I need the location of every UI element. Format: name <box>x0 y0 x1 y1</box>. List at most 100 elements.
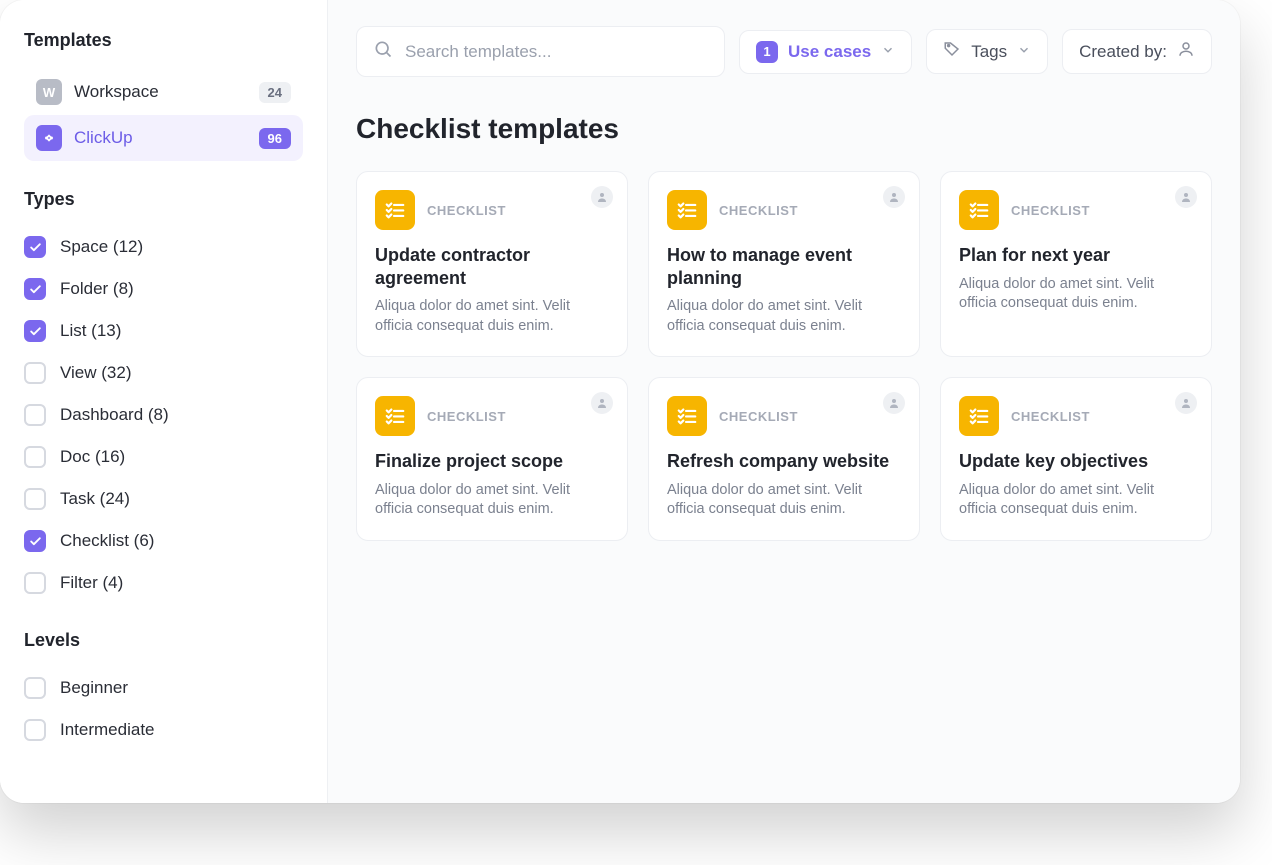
type-filter-label: View (32) <box>60 363 132 383</box>
levels-heading: Levels <box>24 630 303 651</box>
types-section: Types Space (12) Folder (8) List (13) View … <box>24 189 303 602</box>
checklist-icon <box>375 396 415 436</box>
card-title: Refresh company website <box>667 450 901 473</box>
created-by-filter[interactable]: Created by: <box>1062 29 1212 74</box>
checkbox[interactable] <box>24 278 46 300</box>
tag-icon <box>943 40 961 63</box>
creator-avatar <box>1175 186 1197 208</box>
checkbox[interactable] <box>24 404 46 426</box>
type-filter-label: Dashboard (8) <box>60 405 169 425</box>
template-card[interactable]: CHECKLIST How to manage event planning Ali… <box>648 171 920 357</box>
type-filter-label: Space (12) <box>60 237 143 257</box>
card-description: Aliqua dolor do amet sint. Velit officia… <box>375 481 609 520</box>
type-filter-item[interactable]: List (13) <box>24 312 303 350</box>
template-card[interactable]: CHECKLISTPlan for next yearAliqua dolor … <box>940 171 1212 357</box>
type-filter-label: Checklist (6) <box>60 531 154 551</box>
levels-section: Levels Beginner Intermediate <box>24 630 303 749</box>
type-filter-label: Task (24) <box>60 489 130 509</box>
type-filter-item[interactable]: Folder (8) <box>24 270 303 308</box>
creator-avatar <box>883 392 905 414</box>
chevron-down-icon <box>1017 42 1031 62</box>
type-filter-item[interactable]: Filter (4) <box>24 564 303 602</box>
checkbox[interactable] <box>24 572 46 594</box>
level-filter-label: Intermediate <box>60 720 155 740</box>
usecases-label: Use cases <box>788 42 871 62</box>
checkbox[interactable] <box>24 236 46 258</box>
levels-list: Beginner Intermediate <box>24 669 303 749</box>
sidebar-source-workspace[interactable]: W Workspace 24 <box>24 69 303 115</box>
type-filter-label: Folder (8) <box>60 279 134 299</box>
source-label: ClickUp <box>74 128 247 148</box>
template-card[interactable]: CHECKLIST Update key objectives Aliqua dol… <box>940 377 1212 541</box>
type-filter-item[interactable]: Task (24) <box>24 480 303 518</box>
card-header: CHECKLIST <box>959 190 1193 230</box>
card-description: Aliqua dolor do amet sint. Velit officia… <box>959 481 1193 520</box>
template-card[interactable]: CHECKLISTFinalize project scopeAliqua do… <box>356 377 628 541</box>
creator-avatar <box>591 392 613 414</box>
topbar: 1 Use cases Tags Created by: <box>356 26 1212 77</box>
chevron-down-icon <box>881 42 895 62</box>
search-box[interactable] <box>356 26 725 77</box>
level-filter-item[interactable]: Intermediate <box>24 711 303 749</box>
checkbox[interactable] <box>24 362 46 384</box>
page-title: Checklist templates <box>356 113 1212 145</box>
types-list: Space (12) Folder (8) List (13) View (32) Da… <box>24 228 303 602</box>
checkbox[interactable] <box>24 530 46 552</box>
app-window: Templates W Workspace 24 ClickUp 96 Type… <box>0 0 1240 803</box>
usecases-filter[interactable]: 1 Use cases <box>739 30 912 74</box>
type-filter-label: List (13) <box>60 321 121 341</box>
cards-grid: CHECKLIST Update contractor agreement Aliq… <box>356 171 1212 541</box>
source-count-badge: 24 <box>259 82 291 103</box>
type-filter-item[interactable]: Doc (16) <box>24 438 303 476</box>
checklist-icon <box>375 190 415 230</box>
usecases-count-badge: 1 <box>756 41 778 63</box>
card-type-label: CHECKLIST <box>427 203 506 218</box>
template-card[interactable]: CHECKLIST Refresh company website Aliqua d… <box>648 377 920 541</box>
sidebar-source-clickup[interactable]: ClickUp 96 <box>24 115 303 161</box>
card-title: Update key objectives <box>959 450 1193 473</box>
source-count-badge: 96 <box>259 128 291 149</box>
card-description: Aliqua dolor do amet sint. Velit officia… <box>375 297 609 336</box>
tags-filter[interactable]: Tags <box>926 29 1048 74</box>
clickup-icon <box>36 125 62 151</box>
card-title: Update contractor agreement <box>375 244 609 289</box>
creator-avatar <box>883 186 905 208</box>
card-header: CHECKLIST <box>667 396 901 436</box>
card-title: How to manage event planning <box>667 244 901 289</box>
card-type-label: CHECKLIST <box>719 409 798 424</box>
card-type-label: CHECKLIST <box>427 409 506 424</box>
checkbox[interactable] <box>24 488 46 510</box>
checklist-icon <box>667 190 707 230</box>
checkbox[interactable] <box>24 719 46 741</box>
search-input[interactable] <box>405 42 708 62</box>
checklist-icon <box>667 396 707 436</box>
tags-label: Tags <box>971 42 1007 62</box>
card-header: CHECKLIST <box>667 190 901 230</box>
type-filter-item[interactable]: View (32) <box>24 354 303 392</box>
checkbox[interactable] <box>24 446 46 468</box>
card-header: CHECKLIST <box>375 396 609 436</box>
checkbox[interactable] <box>24 677 46 699</box>
checklist-icon <box>959 190 999 230</box>
card-type-label: CHECKLIST <box>719 203 798 218</box>
sidebar-heading: Templates <box>24 30 303 51</box>
type-filter-label: Filter (4) <box>60 573 123 593</box>
creator-avatar <box>1175 392 1197 414</box>
card-description: Aliqua dolor do amet sint. Velit officia… <box>667 481 901 520</box>
type-filter-item[interactable]: Checklist (6) <box>24 522 303 560</box>
level-filter-item[interactable]: Beginner <box>24 669 303 707</box>
template-card[interactable]: CHECKLIST Update contractor agreement Aliq… <box>356 171 628 357</box>
creator-avatar <box>591 186 613 208</box>
card-header: CHECKLIST <box>959 396 1193 436</box>
person-icon <box>1177 40 1195 63</box>
type-filter-item[interactable]: Space (12) <box>24 228 303 266</box>
sidebar-sources: W Workspace 24 ClickUp 96 <box>24 69 303 161</box>
card-type-label: CHECKLIST <box>1011 203 1090 218</box>
checklist-icon <box>959 396 999 436</box>
types-heading: Types <box>24 189 303 210</box>
source-label: Workspace <box>74 82 247 102</box>
card-description: Aliqua dolor do amet sint. Velit officia… <box>667 297 901 336</box>
card-header: CHECKLIST <box>375 190 609 230</box>
checkbox[interactable] <box>24 320 46 342</box>
type-filter-item[interactable]: Dashboard (8) <box>24 396 303 434</box>
